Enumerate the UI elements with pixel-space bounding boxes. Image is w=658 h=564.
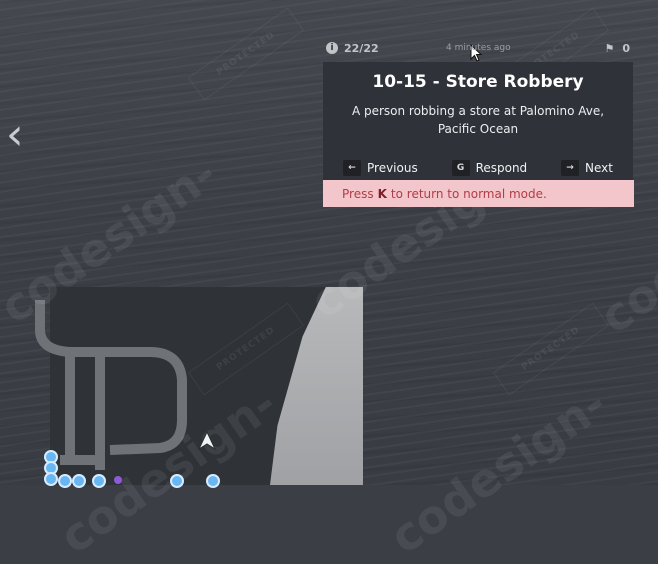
dispatch-description: A person robbing a store at Palomino Ave…	[351, 104, 605, 136]
map-blip-icon[interactable]	[206, 474, 220, 488]
map-blip-icon[interactable]	[58, 474, 72, 488]
previous-key: ←	[343, 160, 361, 176]
back-arrow-icon[interactable]: ‹	[6, 113, 34, 157]
map-blip-icon[interactable]	[92, 474, 106, 488]
map-blip-icon[interactable]	[72, 474, 86, 488]
previous-button[interactable]: ← Previous	[343, 160, 418, 176]
respond-key: G	[451, 160, 470, 176]
dispatch-counter: i 22/22	[326, 42, 379, 55]
dispatch-title: 10-15 - Store Robbery	[372, 72, 584, 92]
respond-label: Respond	[475, 161, 528, 175]
info-icon[interactable]: i	[326, 42, 338, 54]
dispatch-units: ⚑ 0	[604, 42, 630, 55]
dispatch-actions: ← Previous G Respond → Next	[343, 158, 613, 178]
notice-key: K	[377, 186, 387, 201]
dispatch-time: 4 minutes ago	[446, 43, 511, 53]
map-blip-icon[interactable]	[44, 472, 58, 486]
units-icon: ⚑	[604, 41, 615, 55]
dispatch-counter-text: 22/22	[344, 41, 379, 55]
next-label: Next	[585, 161, 613, 175]
units-count: 0	[622, 41, 630, 55]
respond-button[interactable]: G Respond	[451, 160, 528, 176]
player-location-arrow-icon	[197, 430, 217, 451]
dispatch-card: 10-15 - Store Robbery A person robbing a…	[323, 62, 633, 180]
next-key: →	[561, 160, 580, 176]
notice-prefix: Press	[342, 186, 374, 201]
map-blip-purple-icon[interactable]	[114, 476, 122, 484]
mode-notice: Press K to return to normal mode.	[323, 180, 634, 207]
dispatch-header: i 22/22 4 minutes ago ⚑ 0	[322, 36, 634, 60]
notice-suffix: to return to normal mode.	[390, 186, 547, 201]
map-blip-icon[interactable]	[170, 474, 184, 488]
next-button[interactable]: → Next	[561, 160, 613, 176]
previous-label: Previous	[367, 161, 418, 175]
